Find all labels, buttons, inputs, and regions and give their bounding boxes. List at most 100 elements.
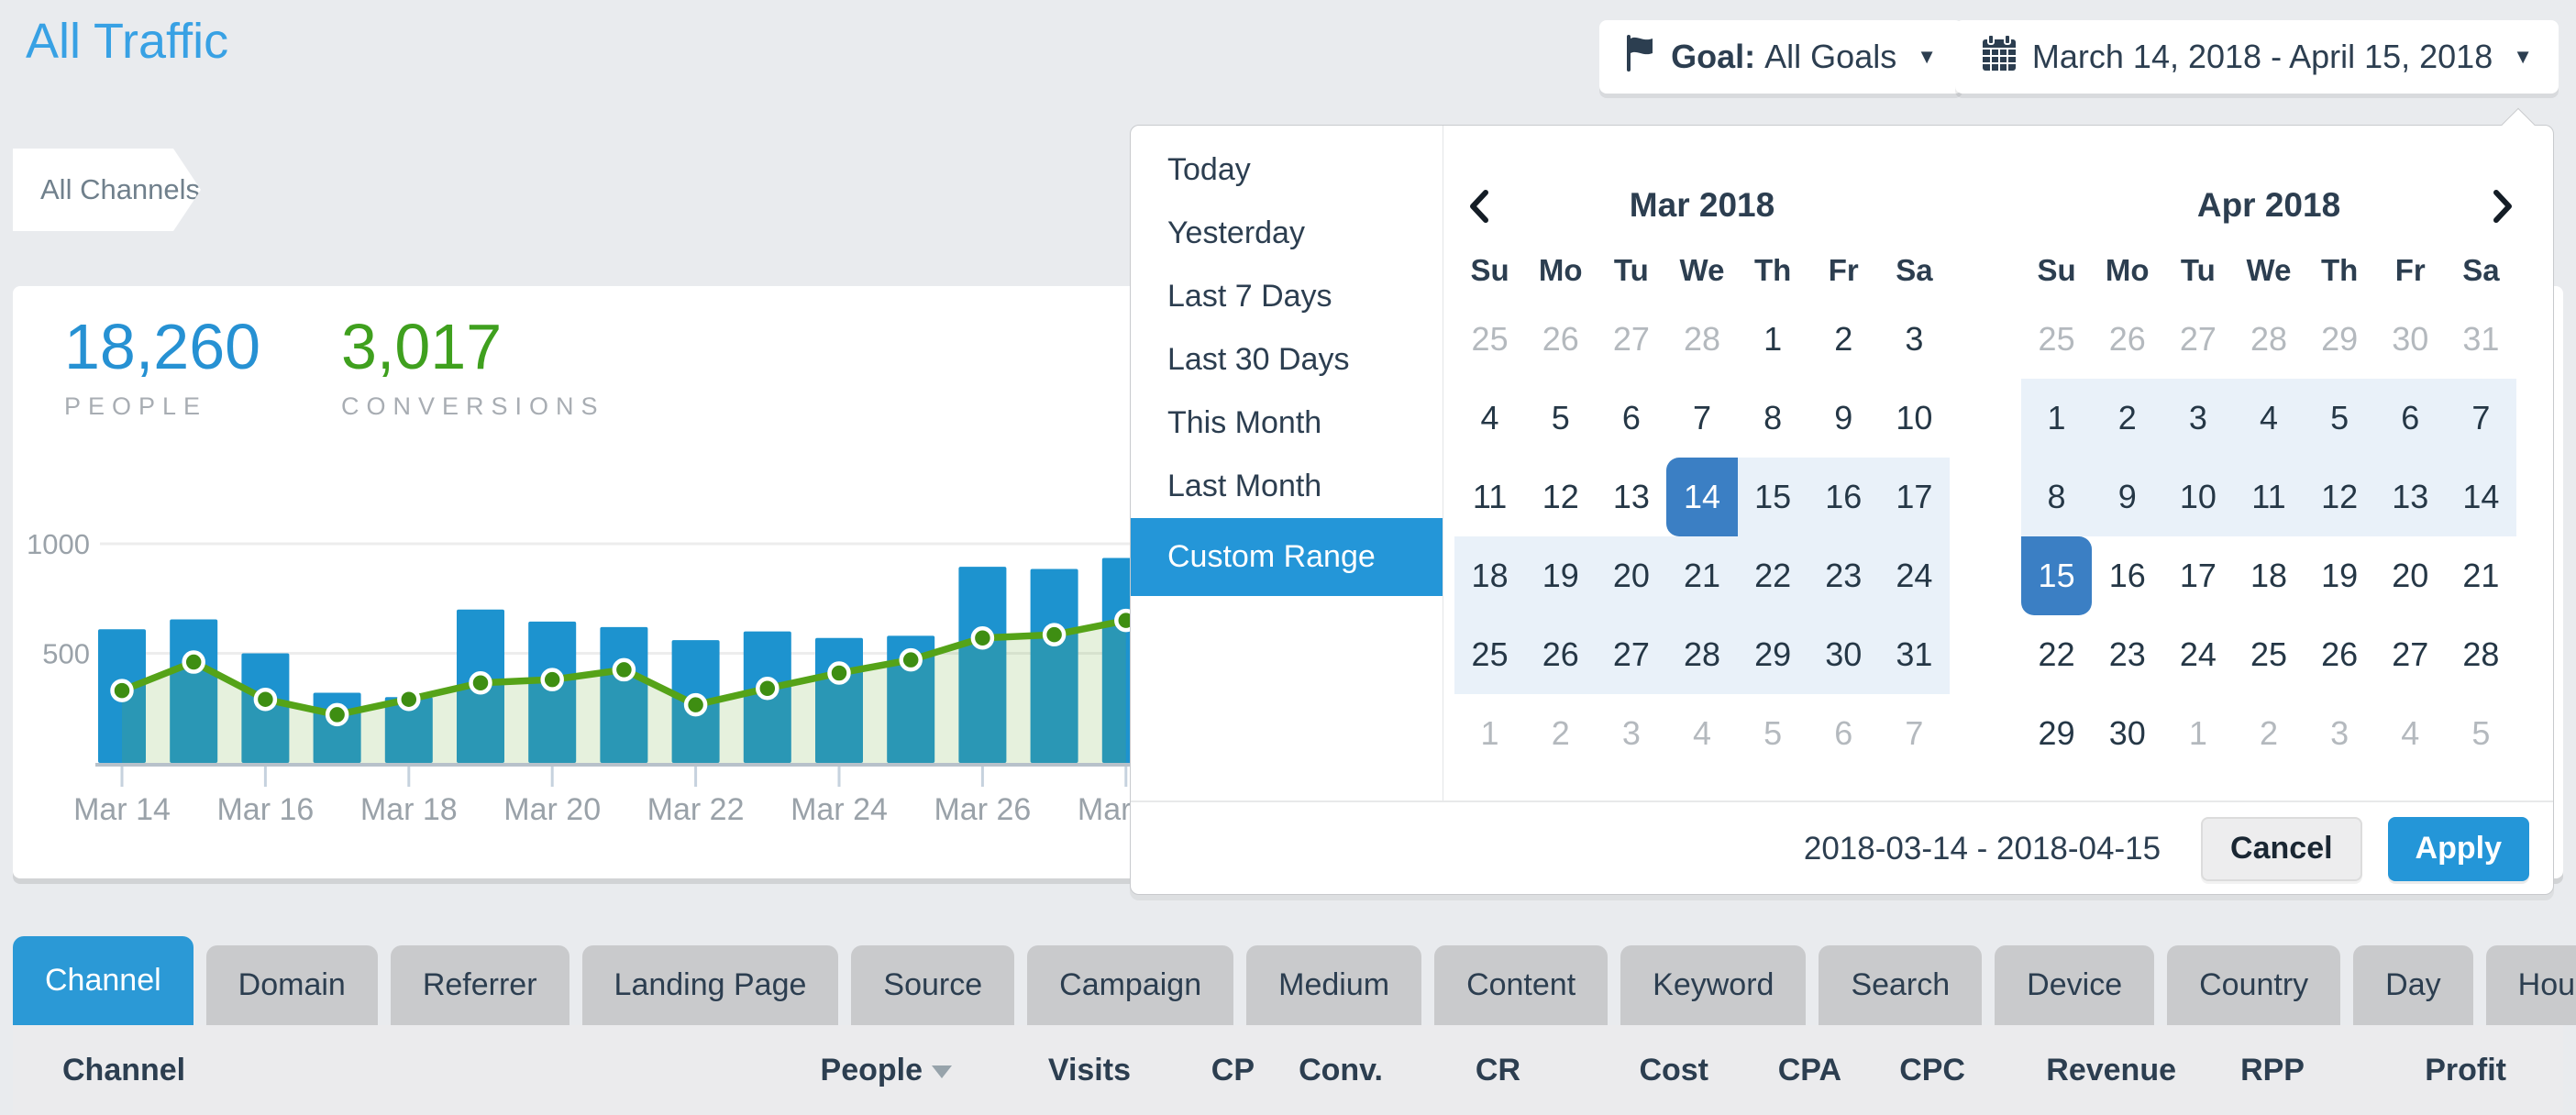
tab-keyword[interactable]: Keyword xyxy=(1620,945,1806,1025)
calendar-day[interactable]: 25 xyxy=(2233,615,2304,694)
calendar-day[interactable]: 7 xyxy=(1666,379,1737,458)
calendar-day[interactable]: 31 xyxy=(1879,615,1950,694)
column-header-channel[interactable]: Channel xyxy=(62,1053,704,1088)
calendar-day[interactable]: 4 xyxy=(2375,694,2446,773)
calendar-day[interactable]: 1 xyxy=(2162,694,2233,773)
preset-this-month[interactable]: This Month xyxy=(1131,392,1443,455)
channel-filter-tag[interactable]: All Channels xyxy=(13,149,201,231)
calendar-day[interactable]: 16 xyxy=(2092,536,2162,615)
tab-search[interactable]: Search xyxy=(1819,945,1982,1025)
calendar-day[interactable]: 17 xyxy=(2162,536,2233,615)
calendar-day[interactable]: 20 xyxy=(2375,536,2446,615)
calendar-day[interactable]: 4 xyxy=(1666,694,1737,773)
calendar-day[interactable]: 20 xyxy=(1596,536,1666,615)
calendar-day[interactable]: 5 xyxy=(1738,694,1808,773)
calendar-day[interactable]: 26 xyxy=(2305,615,2375,694)
tab-campaign[interactable]: Campaign xyxy=(1027,945,1233,1025)
calendar-day[interactable]: 28 xyxy=(2233,300,2304,379)
column-header-conv[interactable]: Conv. xyxy=(1255,1053,1383,1088)
preset-yesterday[interactable]: Yesterday xyxy=(1131,202,1443,265)
calendar-day[interactable]: 14 xyxy=(1666,458,1737,536)
calendar-day[interactable]: 18 xyxy=(1454,536,1525,615)
preset-last-month[interactable]: Last Month xyxy=(1131,455,1443,518)
calendar-day[interactable]: 5 xyxy=(1525,379,1596,458)
tab-device[interactable]: Device xyxy=(1995,945,2154,1025)
column-header-cpc[interactable]: CPC xyxy=(1841,1053,1965,1088)
calendar-day[interactable]: 10 xyxy=(2162,458,2233,536)
calendar-day[interactable]: 25 xyxy=(2021,300,2092,379)
calendar-day[interactable]: 29 xyxy=(1738,615,1808,694)
calendar-day[interactable]: 5 xyxy=(2446,694,2516,773)
calendar-day[interactable]: 25 xyxy=(1454,300,1525,379)
date-range-dropdown-button[interactable]: March 14, 2018 - April 15, 2018 ▼ xyxy=(1955,20,2559,94)
calendar-day[interactable]: 9 xyxy=(1808,379,1879,458)
calendar-day[interactable]: 18 xyxy=(2233,536,2304,615)
calendar-day[interactable]: 24 xyxy=(1879,536,1950,615)
calendar-day[interactable]: 27 xyxy=(2162,300,2233,379)
calendar-day[interactable]: 29 xyxy=(2021,694,2092,773)
calendar-day[interactable]: 3 xyxy=(1596,694,1666,773)
calendar-day[interactable]: 8 xyxy=(2021,458,2092,536)
goal-dropdown-button[interactable]: Goal: All Goals ▼ xyxy=(1599,20,1962,94)
calendar-day[interactable]: 26 xyxy=(1525,615,1596,694)
calendar-day[interactable]: 17 xyxy=(1879,458,1950,536)
calendar-day[interactable]: 27 xyxy=(2375,615,2446,694)
calendar-day[interactable]: 10 xyxy=(1879,379,1950,458)
column-header-cpa[interactable]: CPA xyxy=(1708,1053,1841,1088)
tab-landing-page[interactable]: Landing Page xyxy=(582,945,839,1025)
tab-domain[interactable]: Domain xyxy=(206,945,378,1025)
calendar-day[interactable]: 2 xyxy=(1808,300,1879,379)
calendar-day[interactable]: 8 xyxy=(1738,379,1808,458)
calendar-day[interactable]: 12 xyxy=(2305,458,2375,536)
calendar-day[interactable]: 11 xyxy=(1454,458,1525,536)
tab-source[interactable]: Source xyxy=(851,945,1014,1025)
calendar-day[interactable]: 11 xyxy=(2233,458,2304,536)
tab-content[interactable]: Content xyxy=(1434,945,1608,1025)
calendar-day[interactable]: 6 xyxy=(2375,379,2446,458)
preset-last-30-days[interactable]: Last 30 Days xyxy=(1131,328,1443,392)
calendar-day[interactable]: 21 xyxy=(2446,536,2516,615)
calendar-day[interactable]: 6 xyxy=(1596,379,1666,458)
column-header-rpp[interactable]: RPP xyxy=(2176,1053,2305,1088)
cancel-button[interactable]: Cancel xyxy=(2201,817,2362,881)
calendar-day[interactable]: 6 xyxy=(1808,694,1879,773)
column-header-revenue[interactable]: Revenue xyxy=(1965,1053,2176,1088)
prev-month-icon[interactable] xyxy=(1467,188,1491,229)
calendar-day[interactable]: 15 xyxy=(2021,536,2092,615)
calendar-day[interactable]: 19 xyxy=(1525,536,1596,615)
calendar-day[interactable]: 19 xyxy=(2305,536,2375,615)
calendar-day[interactable]: 5 xyxy=(2305,379,2375,458)
calendar-day[interactable]: 22 xyxy=(2021,615,2092,694)
preset-today[interactable]: Today xyxy=(1131,138,1443,202)
calendar-day[interactable]: 27 xyxy=(1596,615,1666,694)
column-header-cr[interactable]: CR xyxy=(1383,1053,1520,1088)
calendar-day[interactable]: 7 xyxy=(1879,694,1950,773)
calendar-day[interactable]: 23 xyxy=(1808,536,1879,615)
calendar-day[interactable]: 21 xyxy=(1666,536,1737,615)
preset-last-7-days[interactable]: Last 7 Days xyxy=(1131,265,1443,328)
calendar-day[interactable]: 4 xyxy=(1454,379,1525,458)
calendar-day[interactable]: 1 xyxy=(1454,694,1525,773)
calendar-day[interactable]: 1 xyxy=(1738,300,1808,379)
calendar-day[interactable]: 13 xyxy=(2375,458,2446,536)
calendar-day[interactable]: 30 xyxy=(2375,300,2446,379)
calendar-day[interactable]: 30 xyxy=(1808,615,1879,694)
calendar-day[interactable]: 3 xyxy=(1879,300,1950,379)
calendar-day[interactable]: 23 xyxy=(2092,615,2162,694)
calendar-day[interactable]: 25 xyxy=(1454,615,1525,694)
calendar-day[interactable]: 2 xyxy=(2233,694,2304,773)
preset-custom-range[interactable]: Custom Range xyxy=(1131,518,1443,596)
calendar-day[interactable]: 7 xyxy=(2446,379,2516,458)
tab-referrer[interactable]: Referrer xyxy=(391,945,569,1025)
calendar-day[interactable]: 26 xyxy=(1525,300,1596,379)
column-header-cp[interactable]: CP xyxy=(1131,1053,1255,1088)
calendar-day[interactable]: 26 xyxy=(2092,300,2162,379)
calendar-day[interactable]: 30 xyxy=(2092,694,2162,773)
calendar-day[interactable]: 16 xyxy=(1808,458,1879,536)
column-header-cost[interactable]: Cost xyxy=(1520,1053,1708,1088)
calendar-day[interactable]: 24 xyxy=(2162,615,2233,694)
tab-hour[interactable]: Hour xyxy=(2486,945,2576,1025)
calendar-day[interactable]: 4 xyxy=(2233,379,2304,458)
apply-button[interactable]: Apply xyxy=(2388,817,2529,881)
column-header-visits[interactable]: Visits xyxy=(952,1053,1131,1088)
